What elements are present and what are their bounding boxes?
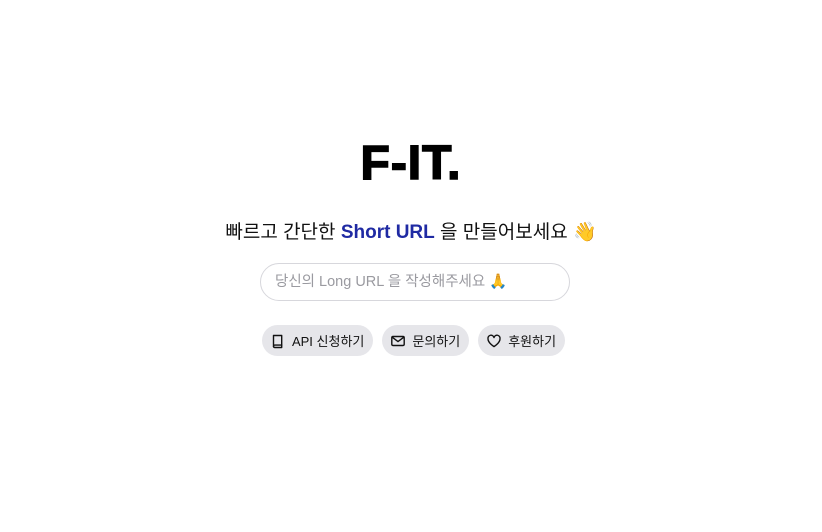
- page: F-IT. 빠르고 간단한 Short URL 을 만들어보세요 👋 API 신…: [0, 0, 822, 532]
- book-icon: [270, 333, 286, 349]
- wave-emoji: 👋: [572, 222, 597, 243]
- contact-button[interactable]: 문의하기: [382, 325, 470, 356]
- logo[interactable]: F-IT.: [0, 136, 822, 192]
- long-url-field[interactable]: [260, 263, 570, 301]
- action-buttons: API 신청하기 문의하기 후원하기: [0, 325, 822, 356]
- api-request-button[interactable]: API 신청하기: [261, 325, 374, 356]
- mail-icon: [390, 333, 406, 349]
- donate-button[interactable]: 후원하기: [478, 325, 566, 356]
- tagline: 빠르고 간단한 Short URL 을 만들어보세요 👋: [0, 220, 822, 246]
- long-url-input[interactable]: [261, 264, 569, 300]
- donate-label: 후원하기: [508, 334, 557, 349]
- api-request-label: API 신청하기: [291, 334, 365, 349]
- contact-label: 문의하기: [412, 334, 461, 349]
- tagline-highlight: Short URL: [340, 222, 435, 243]
- heart-icon: [486, 333, 502, 349]
- tagline-prefix: 빠르고 간단한: [225, 222, 336, 243]
- tagline-suffix: 을 만들어보세요: [440, 222, 568, 243]
